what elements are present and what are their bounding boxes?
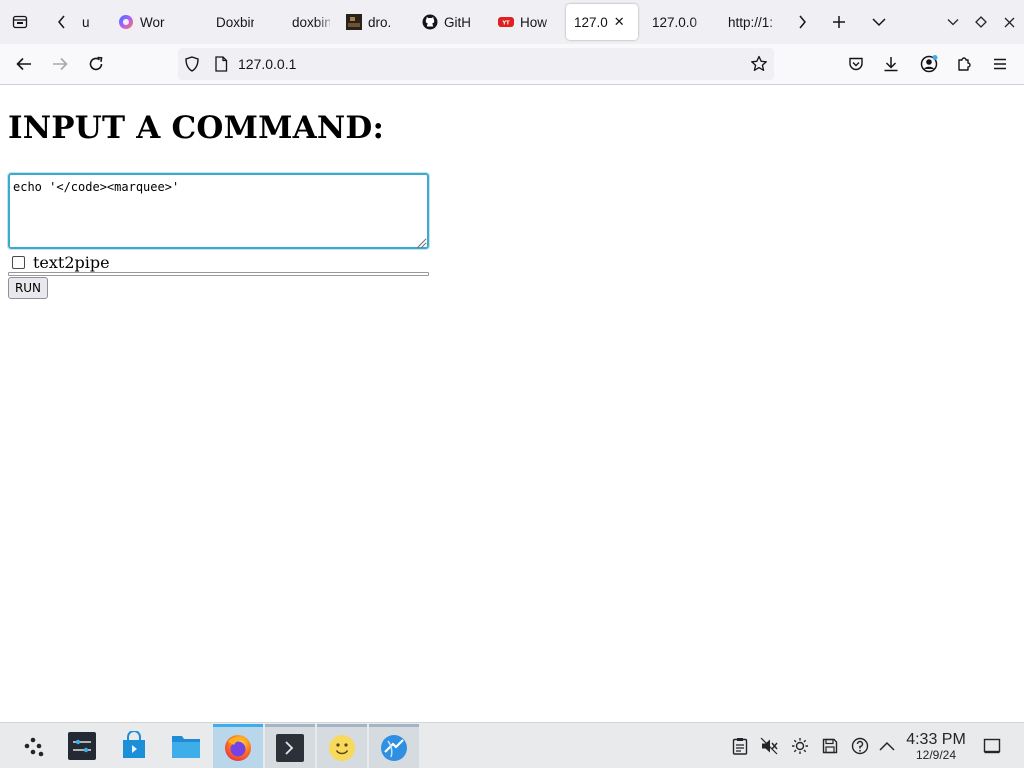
- close-tab-icon[interactable]: ✕: [614, 14, 625, 30]
- tab-title: GitH: [444, 14, 471, 30]
- back-button[interactable]: [8, 48, 40, 80]
- smiley-icon: [329, 734, 355, 761]
- tab[interactable]: Doxbin: [186, 4, 262, 40]
- save-icon[interactable]: [820, 736, 840, 756]
- clipboard-icon[interactable]: [730, 736, 750, 756]
- taskbar-konsole[interactable]: [265, 724, 315, 768]
- app-launcher-button[interactable]: [8, 724, 58, 768]
- reload-button[interactable]: [80, 48, 112, 80]
- show-desktop-icon[interactable]: [982, 736, 1002, 756]
- brightness-icon[interactable]: [790, 736, 810, 756]
- firefox-view-icon: [12, 15, 28, 29]
- tab[interactable]: YT How: [490, 4, 566, 40]
- discover-store-icon: [123, 731, 145, 758]
- downloads-button[interactable]: [875, 48, 907, 80]
- tab-active[interactable]: 127.0 ✕: [566, 4, 638, 40]
- firefox-icon: [225, 734, 251, 761]
- tab[interactable]: 127.0.0: [638, 4, 714, 40]
- account-icon: [920, 55, 938, 73]
- launcher-icon: [24, 737, 44, 757]
- text2pipe-option: text2pipe: [8, 252, 110, 272]
- tab-title: How: [520, 14, 548, 30]
- taskbar: 4:33 PM 12/9/24: [0, 722, 1024, 768]
- taskbar-smiley-app[interactable]: [317, 724, 367, 768]
- command-textarea[interactable]: [7, 172, 430, 250]
- remote-desktop-icon: [381, 734, 407, 761]
- new-tab-button[interactable]: [823, 6, 855, 38]
- tracking-protection-icon[interactable]: [184, 56, 200, 76]
- puzzle-icon: [958, 57, 971, 71]
- tab-title: 127.0: [574, 14, 608, 30]
- tab[interactable]: Wor: [110, 4, 186, 40]
- taskbar-discover[interactable]: [109, 724, 159, 768]
- hamburger-menu-icon: [994, 58, 1006, 70]
- close-window-button[interactable]: [993, 6, 1024, 38]
- bookmark-star-icon[interactable]: [750, 55, 768, 77]
- tab[interactable]: GitH: [414, 4, 490, 40]
- clock-date[interactable]: 12/9/24: [900, 748, 972, 762]
- taskbar-dolphin[interactable]: [161, 724, 211, 768]
- run-button[interactable]: RUN: [8, 277, 48, 299]
- list-all-tabs-button[interactable]: [863, 6, 895, 38]
- pocket-button[interactable]: [840, 48, 872, 80]
- horizontal-rule: [8, 272, 429, 276]
- minimize-icon: [947, 19, 959, 26]
- extensions-button[interactable]: [948, 48, 980, 80]
- tab-title: u: [82, 14, 90, 30]
- copilot-icon: [118, 14, 134, 30]
- app-menu-button[interactable]: [984, 48, 1016, 80]
- tab-list: u Wor Doxbin doxbin. dro.: [74, 4, 790, 40]
- page-content: INPUT A COMMAND: text2pipe RUN: [0, 86, 1024, 722]
- tab-title: dro.: [368, 14, 392, 30]
- chevron-right-icon: [799, 15, 806, 29]
- reload-icon: [89, 56, 103, 71]
- tab-title: 127.0.0: [652, 14, 698, 30]
- pocket-icon: [849, 57, 863, 71]
- expand-tray-arrow-icon[interactable]: [877, 736, 897, 756]
- download-icon: [884, 57, 898, 72]
- svg-text:YT: YT: [501, 21, 510, 27]
- close-icon: [1004, 17, 1014, 27]
- text2pipe-checkbox[interactable]: [12, 255, 25, 269]
- maximize-icon: [975, 16, 987, 28]
- account-button[interactable]: [913, 48, 945, 80]
- clock-time[interactable]: 4:33 PM: [900, 731, 972, 749]
- navigation-toolbar: 127.0.0.1: [0, 44, 1024, 85]
- tab-title: doxbin.: [292, 14, 330, 30]
- text2pipe-label: text2pipe: [33, 252, 110, 272]
- taskbar-system-settings[interactable]: [57, 724, 107, 768]
- arrow-right-icon: [53, 57, 68, 71]
- tab[interactable]: dro.: [338, 4, 414, 40]
- youtube-icon: YT: [498, 14, 514, 30]
- arrow-left-icon: [16, 57, 31, 71]
- folder-icon: [172, 736, 200, 758]
- forward-button[interactable]: [44, 48, 76, 80]
- page-heading: INPUT A COMMAND:: [8, 110, 385, 146]
- page-info-icon[interactable]: [214, 56, 228, 76]
- tab[interactable]: u: [74, 4, 110, 40]
- firefox-view-button[interactable]: [4, 6, 36, 38]
- tab-strip: u Wor Doxbin doxbin. dro.: [0, 0, 1024, 44]
- chevron-left-icon: [58, 15, 65, 29]
- github-icon: [422, 14, 438, 30]
- volume-muted-icon[interactable]: [759, 736, 779, 756]
- chevron-down-icon: [872, 18, 886, 27]
- taskbar-firefox[interactable]: [213, 724, 263, 768]
- scroll-tabs-right-button[interactable]: [786, 6, 818, 38]
- url-text: 127.0.0.1: [238, 56, 297, 72]
- plus-icon: [833, 16, 845, 28]
- tab-title: Doxbin: [216, 14, 254, 30]
- address-bar[interactable]: 127.0.0.1: [178, 48, 774, 80]
- tab[interactable]: http://1:: [714, 4, 790, 40]
- taskbar-krdc[interactable]: [369, 724, 419, 768]
- resize-grip-icon[interactable]: [414, 234, 426, 249]
- settings-app-icon: [68, 732, 96, 760]
- thumbnail-icon: [346, 14, 362, 30]
- tab-title: http://1:: [728, 14, 774, 30]
- tab-title: Wor: [140, 14, 165, 30]
- tab[interactable]: doxbin.: [262, 4, 338, 40]
- update-notifier-icon[interactable]: [850, 736, 870, 756]
- terminal-icon: [276, 733, 304, 762]
